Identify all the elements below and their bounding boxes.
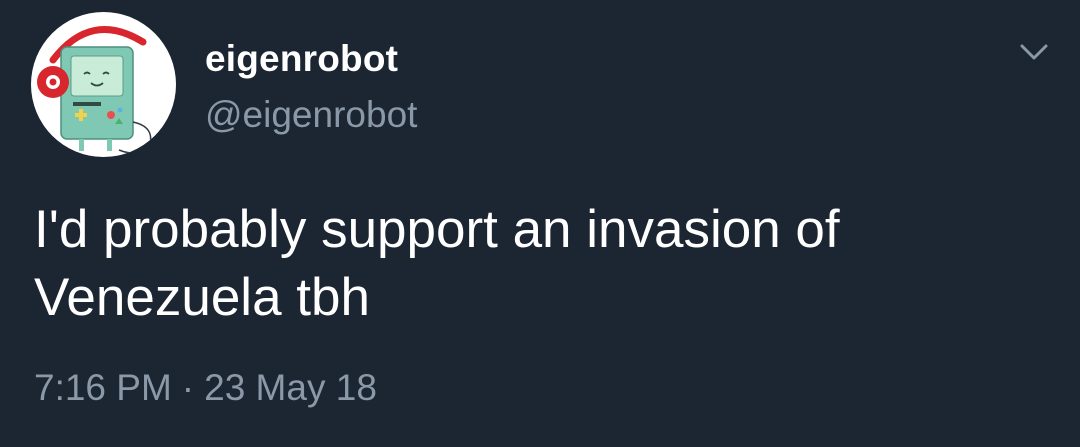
tweet-text: I'd probably support an invasion of Vene… xyxy=(34,196,1034,332)
tweet-time: 7:16 PM xyxy=(34,367,172,408)
author-info[interactable]: eigenrobot @eigenrobot xyxy=(205,38,417,136)
tweet-menu-button[interactable] xyxy=(1014,36,1054,66)
tweet-date: 23 May 18 xyxy=(204,367,377,408)
meta-separator: · xyxy=(181,367,195,408)
tweet-text-line-1: I'd probably support an invasion of xyxy=(34,200,840,259)
tweet-text-line-2: Venezuela tbh xyxy=(34,268,370,327)
tweet-card: eigenrobot @eigenrobot I'd probably supp… xyxy=(0,0,1080,447)
bmo-avatar-icon xyxy=(37,26,152,154)
tweet-timestamp[interactable]: 7:16 PM · 23 May 18 xyxy=(34,366,377,410)
user-handle[interactable]: @eigenrobot xyxy=(205,94,417,136)
avatar[interactable] xyxy=(31,12,176,157)
chevron-down-icon xyxy=(1020,44,1048,60)
display-name[interactable]: eigenrobot xyxy=(205,38,417,80)
